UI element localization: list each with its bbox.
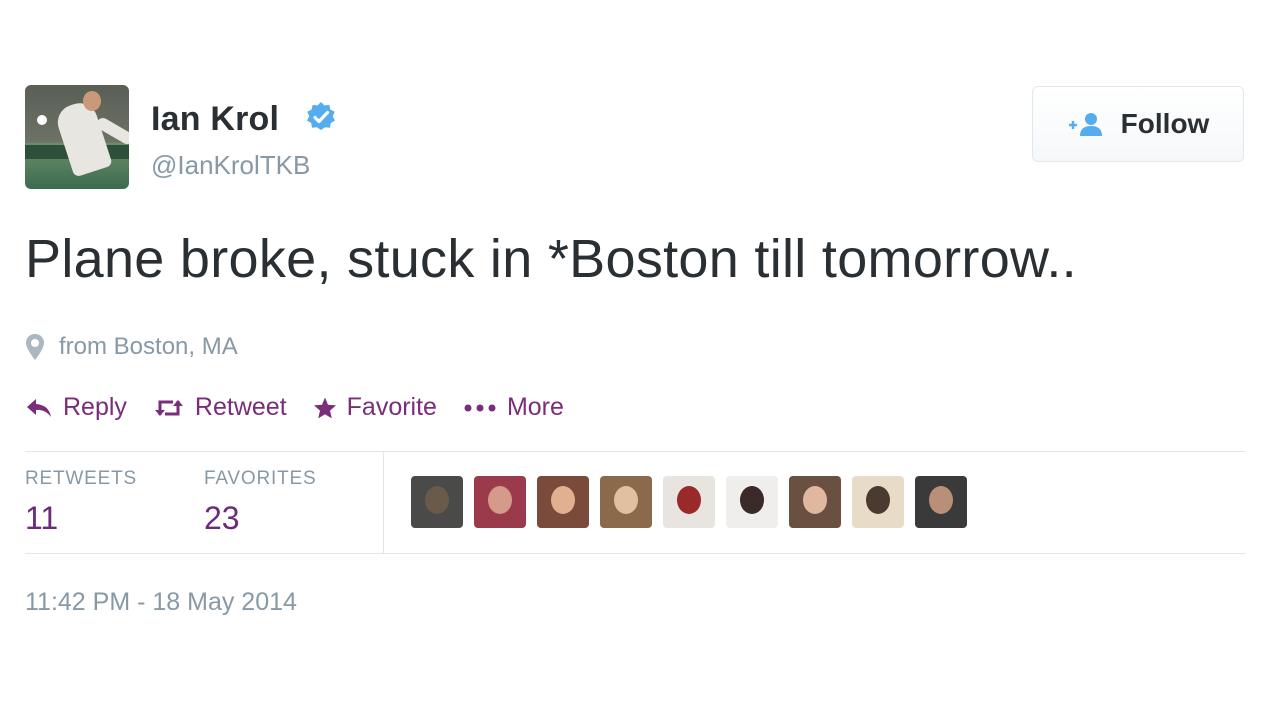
more-dots-icon [464, 404, 496, 411]
favorites-label: FAVORITES [204, 468, 317, 489]
more-button[interactable]: More [463, 393, 564, 422]
favoriter-avatar-face [488, 486, 512, 514]
favoriter-avatar[interactable] [852, 476, 904, 528]
favorites-count: 23 [204, 500, 240, 536]
retweet-icon [154, 399, 183, 416]
favoriter-avatar[interactable] [726, 476, 778, 528]
favoriter-avatar-face [425, 486, 449, 514]
follow-label: Follow [1120, 108, 1210, 139]
favorites-stat[interactable]: FAVORITES 23 [204, 468, 316, 537]
tweet-text: Plane broke, stuck in *Boston till tomor… [25, 229, 1077, 289]
more-label: More [506, 393, 564, 421]
favoriter-avatar-face [740, 486, 764, 514]
favoriter-avatar-face [803, 486, 827, 514]
favoriter-avatar[interactable] [537, 476, 589, 528]
retweets-label: RETWEETS [25, 468, 137, 489]
add-user-icon [1068, 113, 1102, 136]
favoriter-avatar[interactable] [411, 476, 463, 528]
divider [25, 451, 1245, 452]
avatar-figure [53, 98, 113, 178]
retweet-label: Retweet [194, 393, 287, 421]
favoriter-avatar[interactable] [474, 476, 526, 528]
user-handle[interactable]: @IanKrolTKB [151, 150, 310, 181]
location-pin-icon [26, 334, 44, 360]
avatar[interactable] [25, 85, 129, 189]
favoriter-avatar-face [677, 486, 701, 514]
favoriters-avatars [411, 476, 967, 528]
favoriter-avatar-face [929, 486, 953, 514]
avatar-head [83, 91, 101, 111]
reply-label: Reply [63, 393, 127, 421]
favorite-label: Favorite [346, 393, 437, 421]
verified-badge-icon [307, 102, 335, 130]
retweet-button[interactable]: Retweet [153, 393, 287, 422]
stats-separator [383, 452, 384, 553]
favoriter-avatar[interactable] [600, 476, 652, 528]
tweet-timestamp[interactable]: 11:42 PM - 18 May 2014 [25, 588, 297, 617]
favoriter-avatar[interactable] [915, 476, 967, 528]
avatar-ball [37, 115, 47, 125]
favoriter-avatar[interactable] [663, 476, 715, 528]
location-text: from Boston, MA [59, 333, 238, 360]
reply-icon [27, 398, 51, 417]
tweet-location[interactable]: from Boston, MA [25, 333, 238, 361]
favoriter-avatar-face [866, 486, 890, 514]
favoriter-avatar[interactable] [789, 476, 841, 528]
favoriter-avatar-face [551, 486, 575, 514]
favoriter-avatar-face [614, 486, 638, 514]
user-name[interactable]: Ian Krol [151, 100, 279, 139]
follow-button[interactable]: Follow [1032, 86, 1244, 162]
reply-button[interactable]: Reply [25, 393, 127, 422]
retweets-count: 11 [25, 500, 59, 536]
retweets-stat[interactable]: RETWEETS 11 [25, 468, 137, 537]
star-icon [313, 397, 336, 418]
divider [25, 553, 1245, 554]
favorite-button[interactable]: Favorite [313, 393, 437, 422]
tweet-actions: Reply Retweet Favorite More [25, 393, 590, 422]
